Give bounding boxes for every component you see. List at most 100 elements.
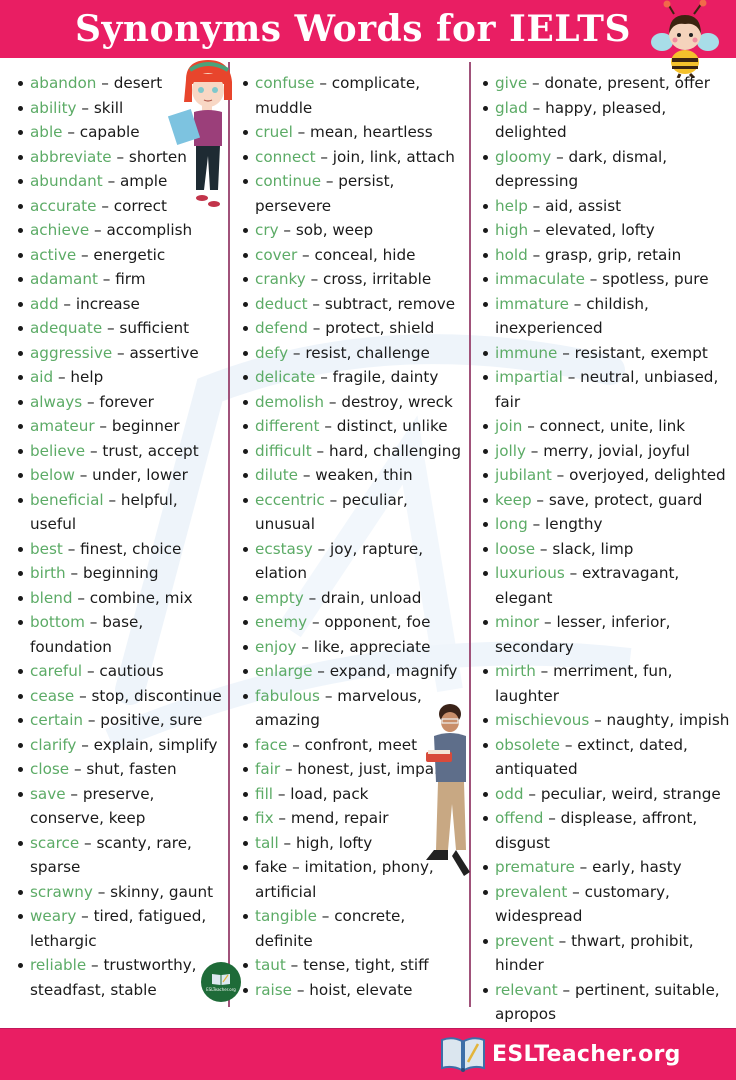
synonyms: slack, limp [552, 539, 634, 558]
synonym-entry: connect – join, link, attach [243, 145, 465, 170]
dash-separator: – [569, 564, 578, 582]
headword: immune [495, 343, 558, 362]
footer-logo[interactable]: ESLTeacher.org [440, 1034, 681, 1074]
dash-separator: – [317, 539, 326, 558]
headword: mirth [495, 662, 536, 680]
headword: face [255, 735, 288, 754]
dash-separator: – [63, 294, 72, 313]
synonyms: grasp, grip, retain [545, 245, 682, 264]
headword: cruel [255, 123, 293, 141]
synonym-entry: enlarge – expand, magnify [243, 659, 465, 684]
synonyms: help [70, 368, 104, 386]
headword: adequate [30, 319, 103, 337]
synonyms: drain, unload [320, 588, 422, 607]
dash-separator: – [320, 147, 328, 166]
synonyms: firm [115, 270, 146, 288]
dash-separator: – [312, 319, 321, 337]
synonyms: energetic [93, 245, 166, 264]
dash-separator: – [79, 466, 88, 484]
dash-separator: – [89, 613, 98, 631]
headword: reliable [30, 956, 87, 974]
dash-separator: – [558, 931, 567, 950]
synonym-entry: cranky – cross, irritable [243, 267, 465, 292]
headword: enjoy [255, 637, 297, 656]
synonyms: beginning [82, 564, 159, 582]
synonym-entry: mischievous – naughty, impish [483, 708, 733, 733]
synonym-entry: delicate – fragile, dainty [243, 365, 465, 390]
dash-separator: – [316, 441, 325, 460]
synonym-entry: achieve – accomplish [18, 218, 226, 243]
headword: obsolete [495, 735, 560, 754]
synonym-entry: blend – combine, mix [18, 586, 226, 611]
synonym-entry: taut – tense, tight, stiff [243, 953, 465, 978]
dash-separator: – [548, 809, 556, 827]
headword: beneficial [30, 490, 104, 509]
headword: careful [30, 662, 83, 680]
title-banner: Synonyms Words for IELTS [0, 0, 736, 58]
synonym-entry: prevalent – customary, widespread [483, 880, 733, 929]
dash-separator: – [329, 490, 338, 509]
synonyms: combine, mix [89, 588, 193, 607]
synonym-entry: immature – childish, inexperienced [483, 292, 733, 341]
synonym-list-column-3: give – donate, present, offer glad – happ… [483, 71, 733, 1027]
dash-separator: – [292, 858, 300, 876]
synonyms: correct [113, 196, 167, 215]
synonym-entry: cover – conceal, hide [243, 243, 465, 268]
synonym-entry: minor – lesser, inferior, secondary [483, 610, 733, 659]
headword: ecstasy [255, 539, 313, 558]
synonyms: sob, weep [295, 221, 374, 239]
dash-separator: – [539, 539, 548, 558]
headword: fair [255, 760, 281, 778]
headword: continue [255, 172, 322, 190]
dash-separator: – [324, 417, 332, 435]
dash-separator: – [532, 245, 541, 264]
dash-separator: – [301, 637, 309, 656]
synonym-entry: birth – beginning [18, 561, 226, 586]
headword: cry [255, 221, 279, 239]
dash-separator: – [532, 221, 541, 239]
dash-separator: – [278, 809, 286, 827]
synonyms: merry, jovial, joyful [543, 441, 690, 460]
dash-separator: – [324, 686, 333, 705]
headword: long [495, 515, 528, 533]
bee-mascot-icon [651, 0, 719, 78]
synonym-entry: help – aid, assist [483, 194, 733, 219]
headword: fill [255, 784, 274, 803]
synonym-entry: beneficial – helpful, useful [18, 488, 226, 537]
synonym-entry: deduct – subtract, remove [243, 292, 465, 317]
synonym-entry: best – finest, choice [18, 537, 226, 562]
synonyms: ample [119, 172, 168, 190]
dash-separator: – [297, 123, 306, 141]
headword: blend [30, 588, 73, 607]
synonym-entry: jubilant – overjoyed, delighted [483, 463, 733, 488]
headword: hold [495, 245, 528, 264]
headword: odd [495, 784, 524, 803]
dash-separator: – [321, 907, 330, 925]
dash-separator: – [310, 270, 319, 288]
synonyms: weaken, thin [315, 466, 413, 484]
synonyms: peculiar, weird, strange [540, 784, 721, 803]
headword: impartial [495, 368, 563, 386]
dash-separator: – [579, 858, 588, 876]
synonym-entry: prevent – thwart, prohibit, hinder [483, 929, 733, 978]
headword: aid [30, 368, 54, 386]
headword: fabulous [255, 686, 320, 705]
dash-separator: – [573, 294, 582, 313]
open-book-icon [212, 974, 230, 985]
synonyms: skill [93, 98, 124, 117]
headword: keep [495, 490, 532, 509]
headword: confuse [255, 74, 315, 92]
synonyms: hard, challenging [328, 441, 461, 460]
headword: relevant [495, 980, 558, 999]
dash-separator: – [81, 907, 89, 925]
synonym-entry: believe – trust, accept [18, 439, 226, 464]
headword: active [30, 245, 77, 264]
synonyms: resist, challenge [305, 343, 430, 362]
footer-banner: ESLTeacher.org [0, 1028, 736, 1080]
dash-separator: – [562, 343, 570, 362]
headword: fake [255, 858, 288, 876]
headword: delicate [255, 368, 316, 386]
synonyms: increase [75, 294, 140, 313]
synonym-entry: high – elevated, lofty [483, 218, 733, 243]
synonym-entry: continue – persist, persevere [243, 169, 465, 218]
